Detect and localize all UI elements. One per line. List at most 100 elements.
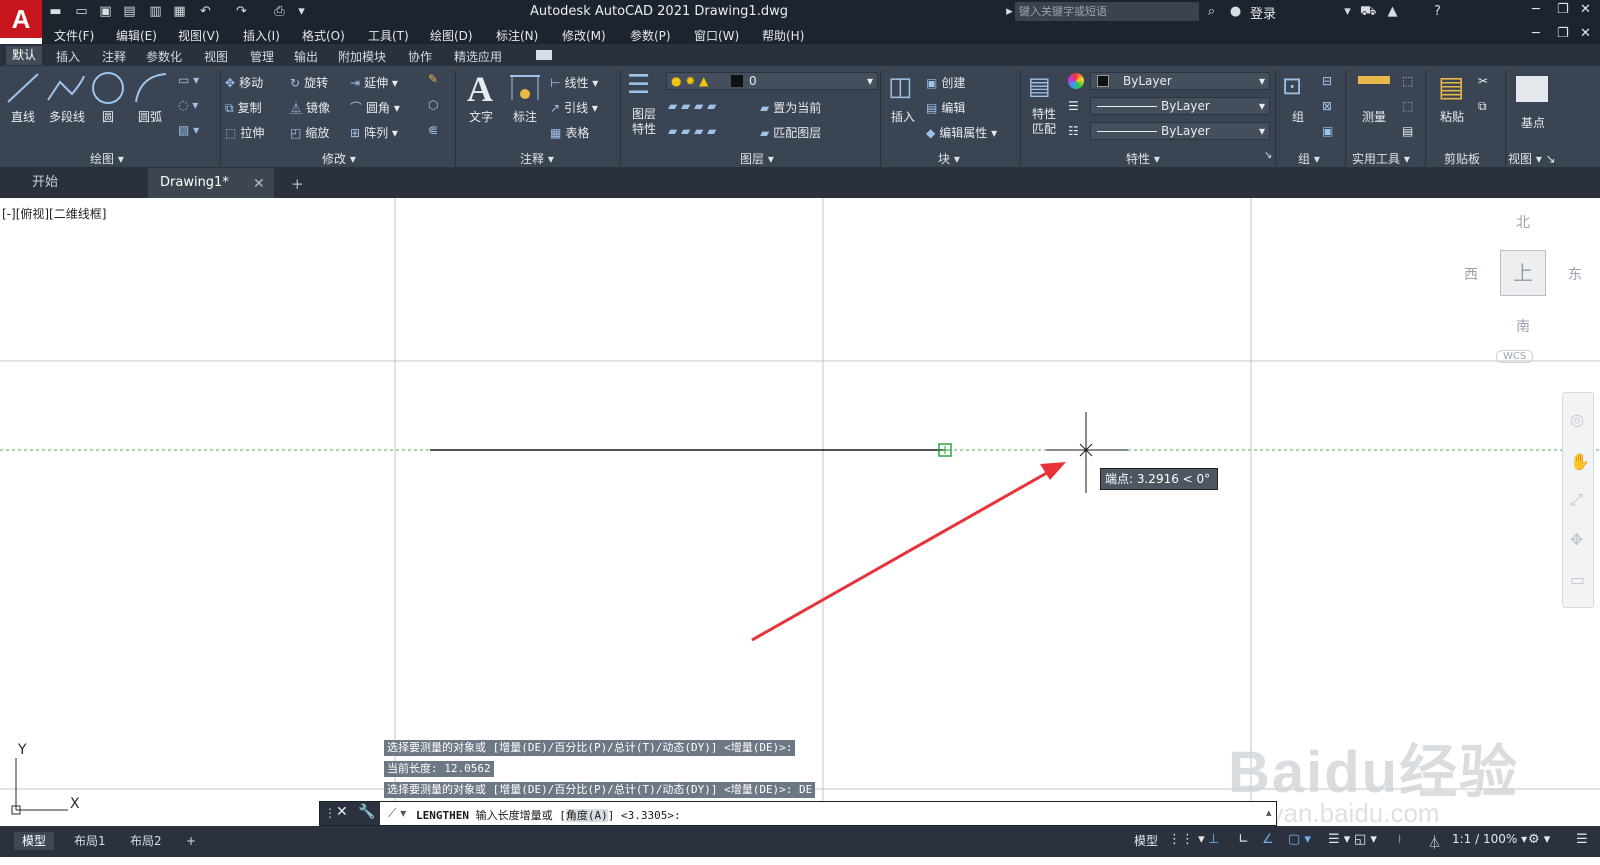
plot-icon[interactable]: ▥ (148, 4, 163, 19)
cut-icon[interactable]: ✂ (1478, 74, 1488, 88)
arc-button[interactable]: 圆弧 (132, 108, 168, 125)
close-icon[interactable]: ✕ (1580, 2, 1591, 17)
tab-layout2[interactable]: 布局2 (122, 832, 170, 850)
layer-dropdown[interactable]: ● ✹ ▲ 0 ▾ (666, 72, 878, 90)
menu-file[interactable]: 文件(F) (54, 27, 94, 44)
measure-button[interactable]: 测量 (1356, 108, 1392, 125)
line-button[interactable]: 直线 (6, 108, 40, 125)
viewcube-south[interactable]: 南 (1516, 316, 1530, 336)
array-button[interactable]: ⊞ 阵列 ▾ (350, 124, 398, 141)
tab-view[interactable]: 视图 (204, 48, 228, 65)
dimension-icon[interactable] (508, 72, 542, 104)
fillet-button[interactable]: ⌒ 圆角 ▾ (350, 99, 400, 116)
menu-help[interactable]: 帮助(H) (762, 27, 804, 44)
linetype-icon[interactable]: ☷ (1068, 124, 1079, 138)
base-button[interactable]: 基点 (1514, 114, 1552, 131)
doc-minimize-icon[interactable]: ─ (1532, 26, 1540, 41)
restore-icon[interactable]: ❐ (1557, 2, 1569, 17)
lineweight-dropdown[interactable]: ByLayer ▾ (1090, 122, 1270, 140)
linear-button[interactable]: ⊢ 线性 ▾ (550, 74, 598, 91)
model-space-button[interactable]: 模型 (1134, 832, 1158, 849)
tab-annotate[interactable]: 注释 (102, 48, 126, 65)
tab-model[interactable]: 模型 (14, 832, 55, 850)
menu-window[interactable]: 窗口(W) (694, 27, 739, 44)
viewcube-north[interactable]: 北 (1516, 212, 1530, 232)
calculator-icon[interactable]: ▤ (1402, 124, 1413, 138)
transparency-icon[interactable]: ◱ ▾ (1354, 832, 1377, 847)
match-layer-button[interactable]: ▰ 匹配图层 (760, 124, 821, 141)
arc-icon[interactable] (134, 72, 168, 104)
undo-icon[interactable]: ↶ (198, 4, 213, 19)
tab-manage[interactable]: 管理 (250, 48, 274, 65)
panel-label-block[interactable]: 块 ▾ (938, 150, 960, 167)
cart-icon[interactable]: ⛟ (1360, 4, 1376, 19)
ellipse-icon[interactable]: ◌ ▾ (178, 98, 198, 112)
menu-insert[interactable]: 插入(I) (243, 27, 280, 44)
scale-button[interactable]: ◰ 缩放 (290, 124, 329, 141)
edit-block-button[interactable]: ▤ 编辑 (926, 99, 965, 116)
create-block-button[interactable]: ▣ 创建 (926, 74, 965, 91)
steering-wheel-icon[interactable]: ◎ (1570, 410, 1584, 429)
new-icon[interactable]: ▬ (48, 4, 63, 19)
menu-edit[interactable]: 编辑(E) (116, 27, 157, 44)
color-wheel-icon[interactable] (1068, 73, 1084, 89)
quick-select-icon[interactable]: ⬚ (1402, 74, 1413, 88)
text-button[interactable]: 文字 (464, 108, 498, 125)
base-view-icon[interactable] (1516, 76, 1548, 102)
tab-home[interactable]: 默认 (6, 46, 43, 65)
viewcube-west[interactable]: 西 (1464, 264, 1478, 284)
user-icon[interactable]: ● (1228, 4, 1243, 19)
copy-clip-icon[interactable]: ⧉ (1478, 99, 1487, 114)
zoom-icon[interactable]: ⤢ (1570, 490, 1583, 510)
insert-block-icon[interactable]: ◫ (888, 72, 913, 102)
viewcube-east[interactable]: 东 (1568, 264, 1582, 284)
offset-icon[interactable]: ⋐ (428, 123, 438, 137)
match-properties-button[interactable]: 特性 匹配 (1024, 107, 1064, 137)
command-scroll-icon[interactable]: ▴ (1266, 806, 1272, 819)
autodesk-icon[interactable]: ▲ (1385, 4, 1400, 19)
tab-addins[interactable]: 附加模块 (338, 48, 386, 65)
polyline-icon[interactable] (46, 72, 86, 104)
scale-readout[interactable]: 1:1 / 100% ▾ (1452, 832, 1527, 846)
doc-restore-icon[interactable]: ❐ (1557, 26, 1569, 41)
dimension-button[interactable]: 标注 (508, 108, 542, 125)
redo-icon[interactable]: ↷ (234, 4, 249, 19)
edit-attributes-button[interactable]: ◆ 编辑属性 ▾ (926, 124, 997, 141)
search-icon[interactable]: ⌕ (1204, 4, 1219, 19)
extend-button[interactable]: ⇥ 延伸 ▾ (350, 74, 398, 91)
ungroup-icon[interactable]: ⊟ (1322, 74, 1332, 88)
view-label[interactable]: [-][俯视][二维线框] (2, 205, 106, 222)
panel-label-layers[interactable]: 图层 ▾ (740, 150, 774, 167)
paste-button[interactable]: 粘贴 (1434, 108, 1470, 125)
settings-icon[interactable]: ⚙ ▾ (1528, 832, 1550, 847)
panel-label-annotate[interactable]: 注释 ▾ (520, 150, 554, 167)
lineweight-icon[interactable]: ☰ (1068, 99, 1079, 113)
panel-label-properties[interactable]: 特性 ▾ (1126, 150, 1160, 167)
polyline-button[interactable]: 多段线 (44, 108, 90, 125)
tab-parametric[interactable]: 参数化 (146, 48, 182, 65)
layer-tools2-icon[interactable]: ▰ ▰ ▰ ▰ (668, 124, 716, 138)
circle-button[interactable]: 圆 (94, 108, 122, 125)
recent-commands-icon[interactable]: ⟋ ▾ (388, 806, 406, 821)
erase-icon[interactable]: ✎ (428, 72, 438, 86)
minimize-icon[interactable]: ─ (1532, 2, 1540, 17)
mirror-button[interactable]: ⏅ 镜像 (290, 99, 330, 116)
rotate-button[interactable]: ↻ 旋转 (290, 74, 328, 91)
option-angle[interactable]: 角度(A) (565, 809, 608, 822)
leader-button[interactable]: ↗ 引线 ▾ (550, 99, 598, 116)
panel-launcher-icon[interactable]: ↘ (1264, 150, 1272, 161)
table-button[interactable]: ▦ 表格 (550, 124, 589, 141)
pan-icon[interactable]: ✋ (1570, 452, 1590, 471)
saveas-icon[interactable]: ▤ (122, 4, 137, 19)
menu-dimension[interactable]: 标注(N) (496, 27, 538, 44)
paste-icon[interactable]: ▤ (1438, 70, 1464, 103)
group-button[interactable]: 组 (1288, 108, 1308, 125)
tab-layout1[interactable]: 布局1 (66, 832, 114, 850)
copy-button[interactable]: ⧉ 复制 (225, 99, 262, 116)
add-layout-icon[interactable]: + (178, 832, 204, 850)
viewcube-top[interactable]: 上 (1500, 250, 1546, 296)
linetype-dropdown[interactable]: ByLayer ▾ (1090, 97, 1270, 115)
menu-draw[interactable]: 绘图(D) (430, 27, 473, 44)
osnap-icon[interactable]: ▢ ▾ (1288, 832, 1311, 847)
group-icon[interactable]: ⊡ (1282, 72, 1302, 100)
